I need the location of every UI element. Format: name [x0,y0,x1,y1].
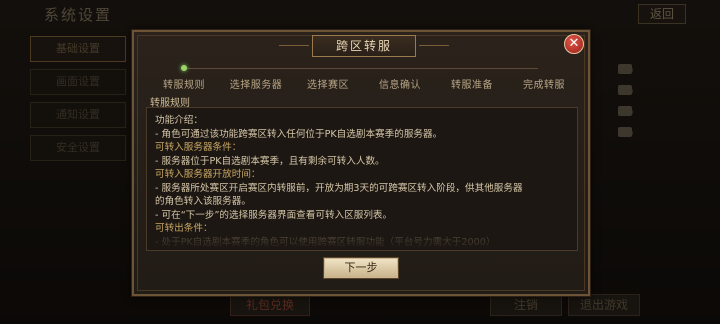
scroll-fade [147,228,577,250]
step-progress: 转服规则 选择服务器 选择赛区 信息确认 转服准备 完成转服 [144,62,582,91]
step-label: 转服规则 [163,80,205,91]
server-transfer-dialog: 跨区转服 ✕ 转服规则 选择服务器 选择赛区 信息确认 转服准备 完成转服 转服… [132,30,590,296]
step-dot-current [181,65,187,71]
close-icon[interactable]: ✕ [564,34,584,54]
rules-line: - 可在“下一步”的选择服务器界面查看可转入区服列表。 [155,209,393,221]
rules-line: 可转入服务器条件： [155,142,242,153]
step-label: 选择赛区 [307,80,349,91]
step-label: 完成转服 [523,80,565,91]
step-label: 信息确认 [379,80,421,91]
rules-content-scroll[interactable]: 功能介绍： - 角色可通过该功能跨赛区转入任何位于PK自选剧本赛季的服务器。 可转入… [146,107,578,251]
rules-line: 的角色转入该服务器。 [155,196,251,207]
step-label: 转服准备 [451,80,493,91]
step-track-line [182,68,538,69]
rules-line: - 服务器位于PK自选剧本赛季，且有剩余可转入人数。 [155,155,385,167]
rules-line: - 服务器所处赛区开启赛区内转服前，开放为期3天的可跨赛区转入阶段，供其他服务器 [155,182,523,194]
rules-line: 可转入服务器开放时间： [155,169,261,180]
rules-line: - 角色可通过该功能跨赛区转入任何位于PK自选剧本赛季的服务器。 [155,128,443,140]
rules-line: 功能介绍： [155,115,203,126]
next-step-button[interactable]: 下一步 [324,258,398,278]
dialog-title: 跨区转服 [279,35,449,57]
step-label: 选择服务器 [229,80,283,91]
